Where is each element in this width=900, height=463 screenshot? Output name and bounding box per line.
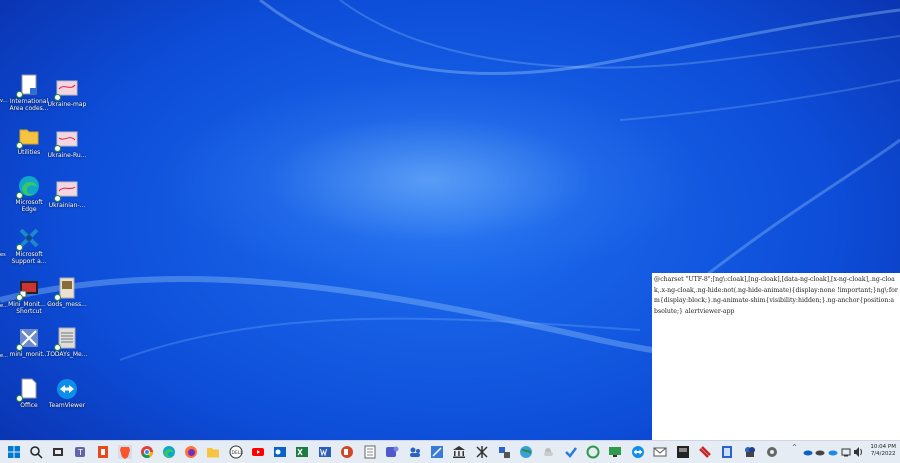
- youtube-icon[interactable]: [251, 445, 265, 459]
- app-icon: [16, 327, 40, 351]
- chrome-icon[interactable]: [140, 445, 154, 459]
- desktop-icon-ukraine-ru[interactable]: Ukraine-Ru...: [45, 128, 89, 159]
- bank-icon[interactable]: [452, 445, 466, 459]
- desktop-icon-ukraine-map[interactable]: Ukraine-map: [45, 77, 89, 108]
- people-icon[interactable]: [408, 445, 422, 459]
- office-icon[interactable]: [96, 445, 110, 459]
- powerpoint-icon[interactable]: [340, 445, 354, 459]
- taskbar: T DELL ^ 10:04 PM 7/4/2022: [0, 440, 900, 463]
- image-icon: [54, 277, 78, 301]
- mail-icon[interactable]: [653, 445, 667, 459]
- teamviewer-icon: [56, 378, 78, 400]
- icon-label: Ukrainian-...: [48, 202, 86, 209]
- icon-label: Ukraine-Ru...: [47, 152, 87, 159]
- globe-icon[interactable]: [519, 445, 533, 459]
- sketch-icon[interactable]: [430, 445, 444, 459]
- svg-text:T: T: [77, 448, 83, 457]
- icon-label: Mini_Monit... - Shortcut: [8, 301, 50, 315]
- excel-icon[interactable]: [295, 445, 309, 459]
- icon-label: TODAYs_Me...: [46, 351, 88, 358]
- start-icon[interactable]: [7, 445, 21, 459]
- tools-icon[interactable]: [497, 445, 511, 459]
- alert-viewer-popup[interactable]: @charset "UTF-8";[ng\:cloak],[ng-cloak],…: [652, 273, 900, 440]
- desktop-icon-gods-message[interactable]: Gods_mess...: [45, 277, 89, 308]
- icon-label: mini_monit...: [9, 351, 49, 358]
- edge-icon[interactable]: [162, 445, 176, 459]
- teams-icon[interactable]: T: [74, 445, 88, 459]
- popup-text: @charset "UTF-8";[ng\:cloak],[ng-cloak],…: [654, 276, 898, 315]
- network-icon[interactable]: [475, 445, 489, 459]
- image-icon: [54, 77, 78, 101]
- desktop-icon-teamviewer[interactable]: TeamViewer: [45, 378, 89, 409]
- search-icon[interactable]: [29, 445, 43, 459]
- note-icon[interactable]: [720, 445, 734, 459]
- tools-red-icon[interactable]: [698, 445, 712, 459]
- image-icon: [54, 128, 78, 152]
- onedrive-icon[interactable]: [803, 445, 813, 459]
- icon-label: Microsoft Edge: [15, 199, 43, 213]
- clock-date: 7/4/2022: [870, 451, 896, 457]
- volume-icon[interactable]: [853, 445, 863, 459]
- support-icon: [16, 227, 40, 251]
- icon-label: Office: [20, 402, 38, 409]
- icon-label: TeamViewer: [48, 402, 86, 409]
- teamviewer-icon[interactable]: [631, 445, 645, 459]
- chevron-up-icon[interactable]: ^: [792, 444, 797, 451]
- puzzle-icon[interactable]: [743, 445, 757, 459]
- monitor-icon[interactable]: [608, 445, 622, 459]
- dell-icon[interactable]: DELL: [229, 445, 243, 459]
- icon-label: Ukraine-map: [47, 101, 87, 108]
- settings-icon[interactable]: [765, 445, 779, 459]
- weather-icon[interactable]: [541, 445, 555, 459]
- task-view-icon[interactable]: [51, 445, 65, 459]
- desktop-icon-microsoft-support[interactable]: Microsoft Support a...: [7, 227, 51, 265]
- firefox-icon[interactable]: [184, 445, 198, 459]
- onedrive-personal-icon[interactable]: [828, 445, 838, 459]
- chat-icon[interactable]: [586, 445, 600, 459]
- icon-label: International Area codes...: [9, 98, 49, 112]
- partial-label: es: [0, 252, 6, 258]
- teams-work-icon[interactable]: [385, 445, 399, 459]
- brave-icon[interactable]: [118, 445, 132, 459]
- shortcut-icon: [16, 277, 40, 301]
- document-icon: [16, 74, 40, 98]
- image-icon: [54, 178, 78, 202]
- clock-time: 10:04 PM: [870, 444, 896, 450]
- image-icon: [54, 327, 78, 351]
- terminal-icon[interactable]: [676, 445, 690, 459]
- outlook-icon[interactable]: [273, 445, 287, 459]
- desktop-icon-ukrainian[interactable]: Ukrainian-...: [45, 178, 89, 209]
- explorer-icon[interactable]: [206, 445, 220, 459]
- icon-label: Gods_mess...: [47, 301, 87, 308]
- notepad-icon[interactable]: [363, 445, 377, 459]
- icon-label: Utilities: [17, 149, 41, 156]
- system-clock[interactable]: 10:04 PM 7/4/2022: [870, 444, 896, 458]
- todo-icon[interactable]: [564, 445, 578, 459]
- word-icon[interactable]: [318, 445, 332, 459]
- edge-icon: [16, 175, 40, 199]
- network-status-icon[interactable]: [841, 445, 851, 459]
- cloud-icon[interactable]: [815, 445, 825, 459]
- icon-label: Microsoft Support a...: [11, 251, 47, 265]
- svg-text:DELL: DELL: [232, 450, 244, 456]
- desktop-icon-todays-message[interactable]: TODAYs_Me...: [45, 327, 89, 358]
- document-icon: [16, 378, 40, 402]
- folder-icon: [16, 125, 40, 149]
